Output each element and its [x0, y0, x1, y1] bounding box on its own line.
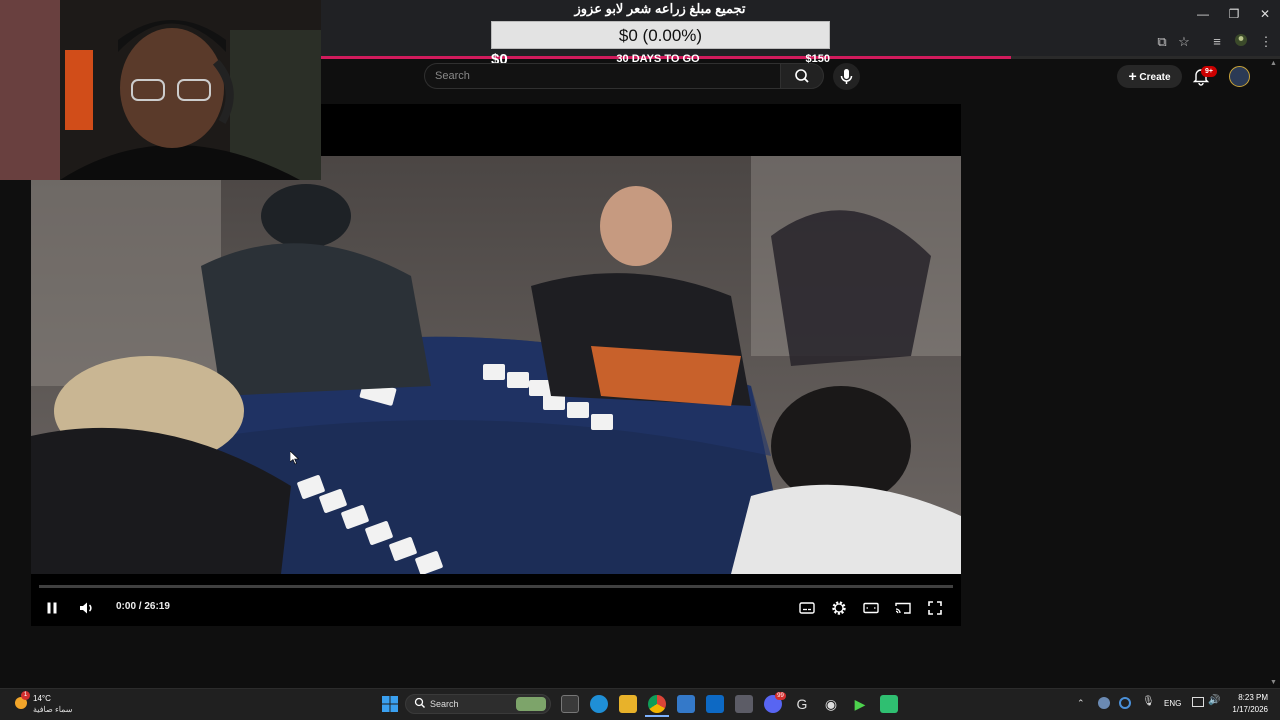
create-button[interactable]: + Create: [1117, 65, 1182, 88]
volume-icon: [80, 602, 92, 614]
webcam-overlay: [0, 0, 321, 180]
obs-icon[interactable]: ◉: [822, 695, 840, 713]
video-progress-bar[interactable]: [39, 585, 953, 588]
search-button[interactable]: [780, 63, 824, 89]
avatar[interactable]: [1229, 66, 1250, 87]
app-hexagon-icon[interactable]: [735, 695, 753, 713]
chrome-icon[interactable]: [648, 695, 666, 713]
taskbar-search-label: Search: [430, 699, 459, 709]
mouse-cursor: [289, 450, 300, 465]
language-indicator[interactable]: ENG: [1164, 699, 1181, 708]
onedrive-icon[interactable]: [1098, 697, 1110, 709]
donation-title: تجميع مبلغ زراعه شعر لابو عزوز: [574, 1, 746, 16]
theater-icon: [863, 602, 879, 614]
microphone-icon: [840, 69, 853, 84]
chevron-up-icon[interactable]: ⌃: [1077, 698, 1085, 709]
weather-temperature[interactable]: 14°C: [33, 694, 51, 703]
subtitles-button[interactable]: [797, 598, 817, 618]
theater-mode-button[interactable]: [861, 598, 881, 618]
active-app-indicator: [645, 715, 669, 717]
bookmark-star-icon[interactable]: ☆: [1175, 33, 1193, 51]
cast-icon: [895, 602, 911, 614]
clock-time[interactable]: 8:23 PM: [1228, 693, 1268, 702]
cast-button[interactable]: [893, 598, 913, 618]
file-explorer-icon[interactable]: [619, 695, 637, 713]
fullscreen-icon: [928, 601, 942, 615]
chrome-menu-icon[interactable]: ⋮: [1257, 33, 1275, 51]
search-icon: [414, 696, 426, 716]
donation-amount: $0 (0.00%): [491, 21, 830, 49]
pause-icon: [47, 602, 57, 614]
outlook-icon[interactable]: [706, 695, 724, 713]
close-window-button[interactable]: ✕: [1253, 4, 1277, 24]
profile-avatar-icon[interactable]: [1232, 33, 1250, 51]
edge-icon[interactable]: [590, 695, 608, 713]
streaming-app-icon[interactable]: [880, 695, 898, 713]
sync-icon[interactable]: [1119, 697, 1131, 709]
minimize-button[interactable]: —: [1191, 4, 1215, 24]
scroll-down-arrow[interactable]: ▼: [1270, 679, 1277, 686]
plus-icon: +: [1128, 68, 1137, 84]
task-view-icon[interactable]: [561, 695, 579, 713]
search-icon: [795, 69, 809, 83]
microsoft-store-icon[interactable]: [677, 695, 695, 713]
reading-list-icon[interactable]: ≡: [1208, 33, 1226, 51]
video-frame[interactable]: [31, 156, 961, 574]
app-g-icon[interactable]: G: [793, 695, 811, 713]
windows-taskbar: [0, 688, 1280, 720]
scroll-up-arrow[interactable]: ▲: [1270, 60, 1277, 67]
search-input[interactable]: Search: [424, 63, 780, 89]
taskbar-search[interactable]: Search: [405, 694, 551, 714]
weather-description[interactable]: سماء صافية: [33, 705, 73, 714]
search-highlight-icon: [516, 697, 546, 711]
play-app-icon[interactable]: ▶: [851, 695, 869, 713]
start-button[interactable]: [381, 695, 399, 713]
maximize-button[interactable]: ❐: [1222, 4, 1246, 24]
voice-search-button[interactable]: [833, 63, 860, 90]
speaker-icon[interactable]: 🔊: [1208, 695, 1220, 706]
network-icon[interactable]: [1192, 697, 1204, 707]
install-app-icon[interactable]: ⧉: [1153, 33, 1171, 51]
subtitles-icon: [799, 602, 815, 614]
volume-button[interactable]: [76, 598, 96, 618]
discord-badge: 99: [775, 692, 786, 700]
settings-button[interactable]: [829, 598, 849, 618]
clock-date[interactable]: 1/17/2026: [1222, 705, 1268, 714]
video-time: 0:00 / 26:19: [116, 601, 170, 612]
create-label: Create: [1139, 72, 1171, 83]
notification-count-badge: 9+: [1201, 66, 1217, 77]
gear-icon: [832, 601, 846, 615]
weather-alert-badge: 1: [21, 691, 30, 700]
fullscreen-button[interactable]: [925, 598, 945, 618]
pause-button[interactable]: [42, 598, 62, 618]
microphone-tray-icon[interactable]: 🎙: [1142, 696, 1155, 707]
windows-logo-icon: [382, 696, 398, 712]
